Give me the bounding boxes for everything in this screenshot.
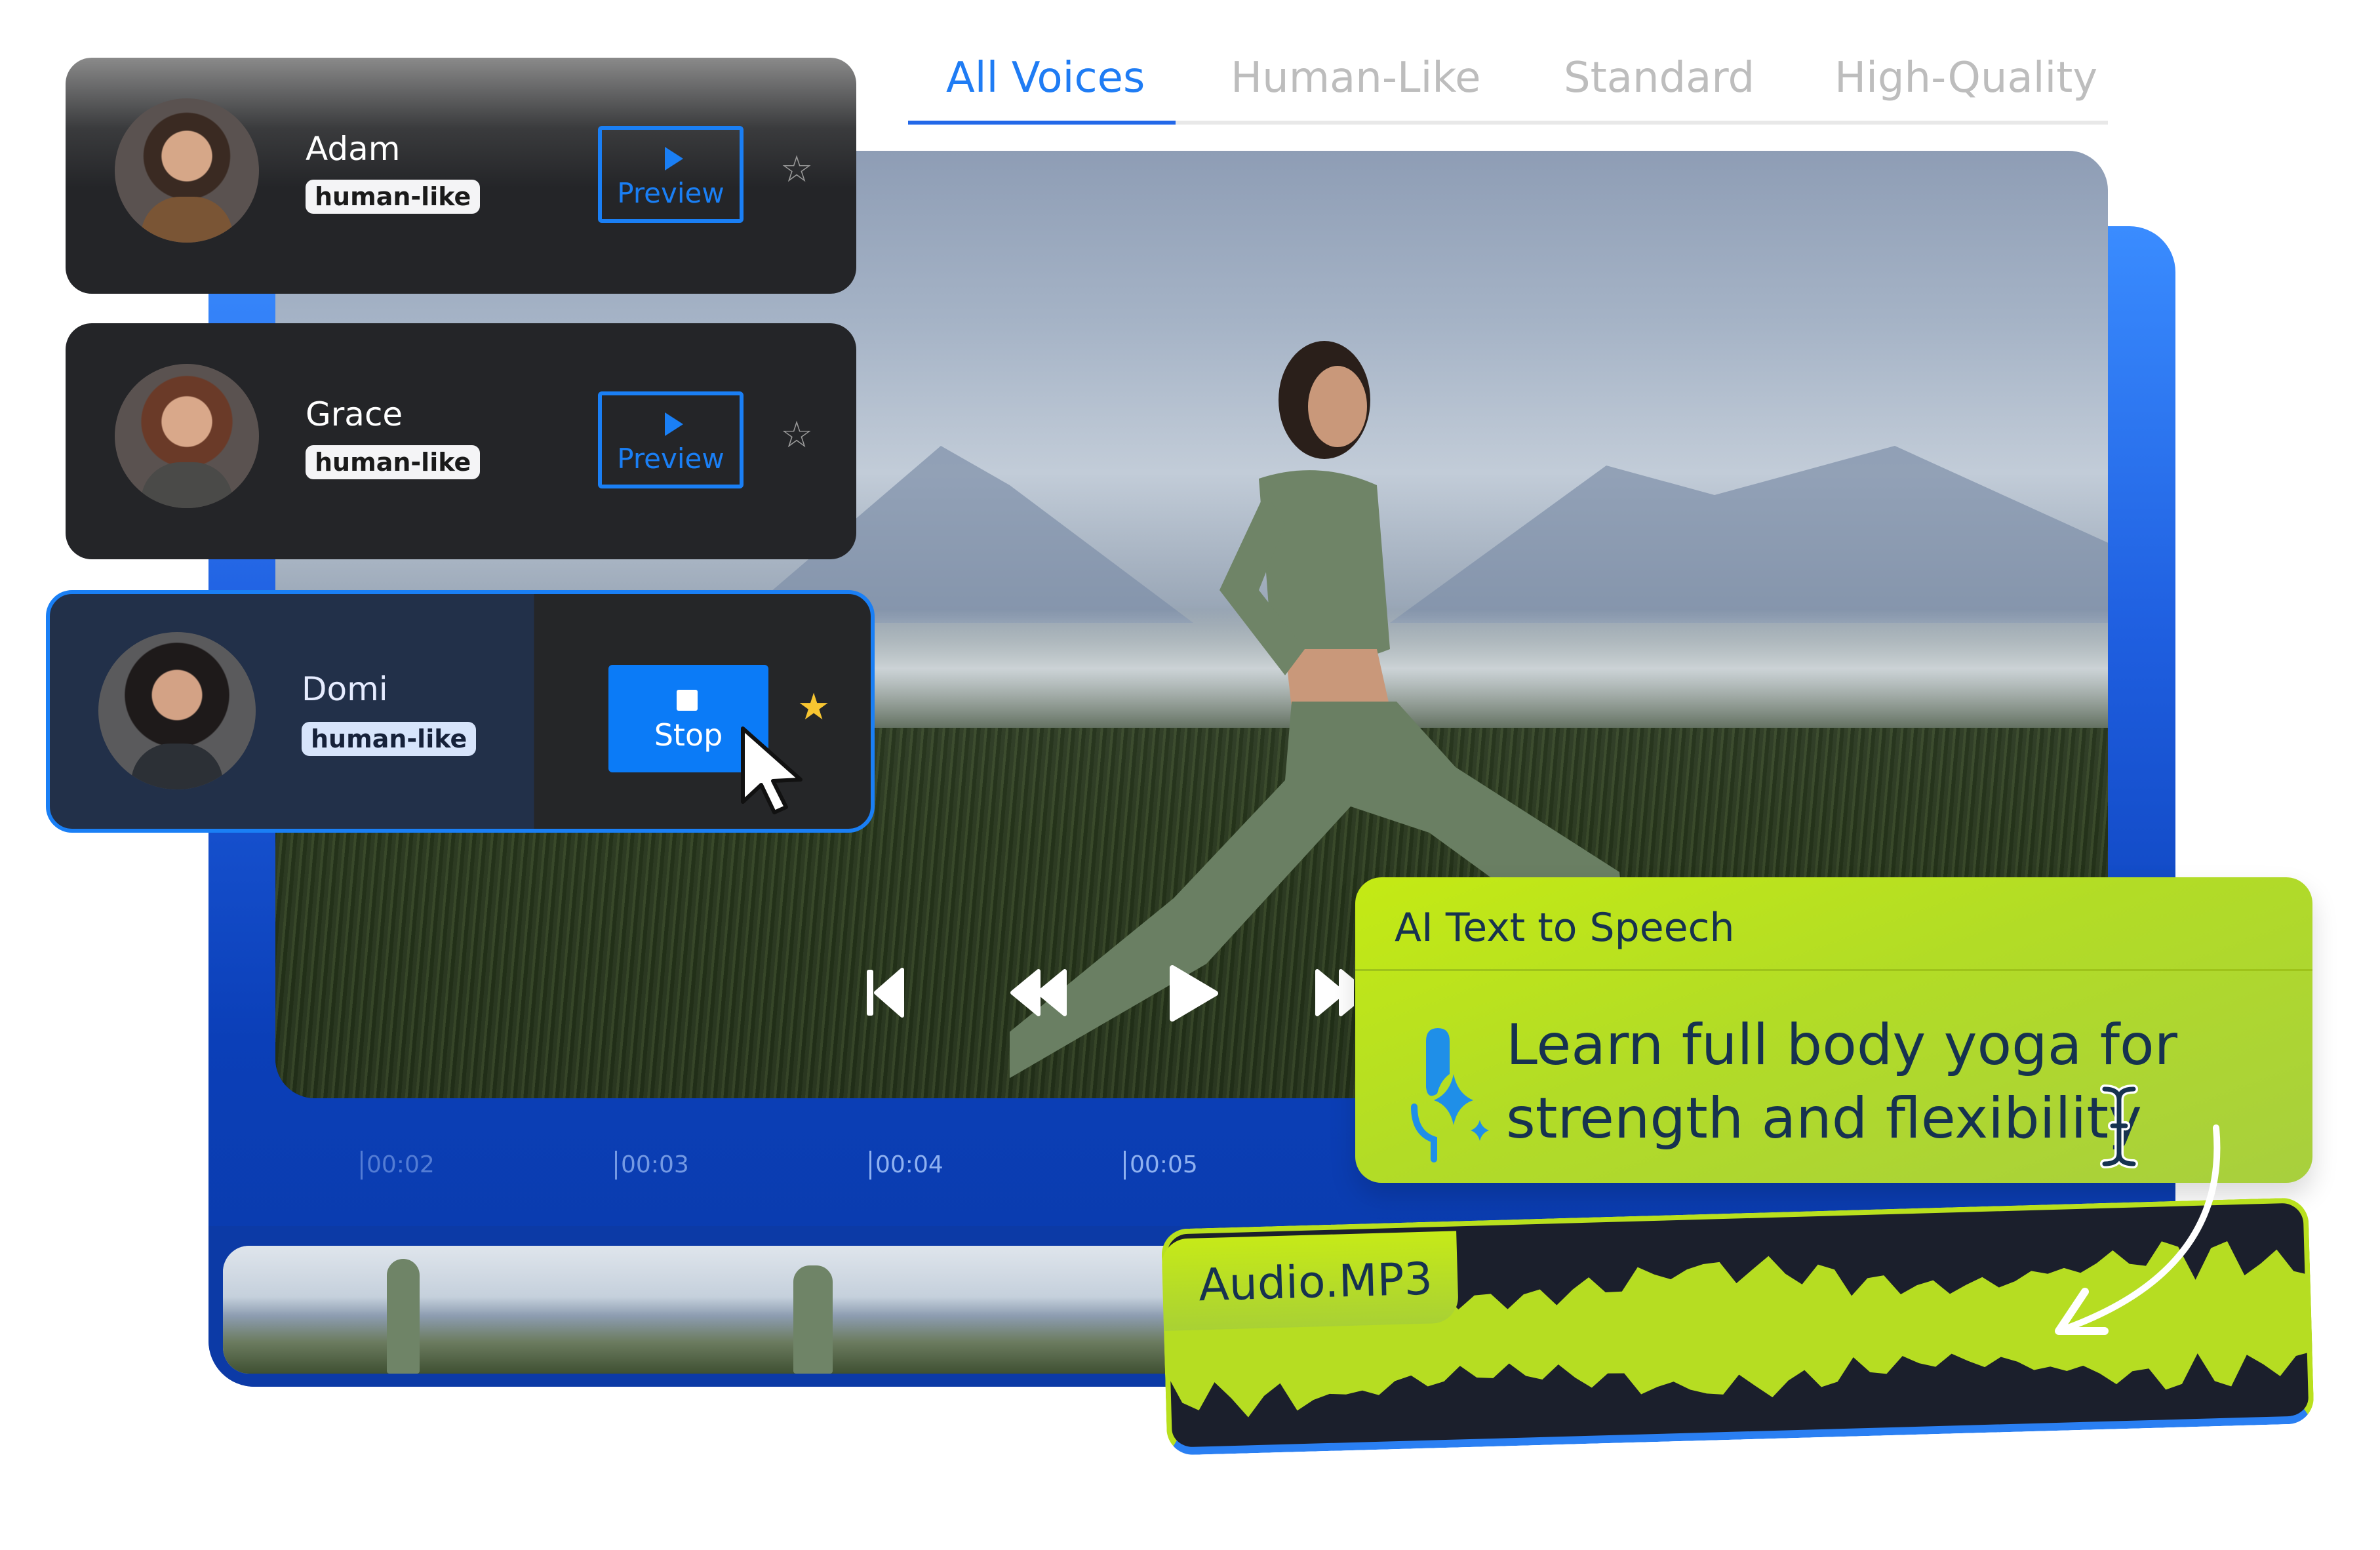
preview-button[interactable]: Preview — [598, 391, 744, 488]
preview-button-label: Preview — [617, 177, 724, 209]
tab-standard[interactable]: Standard — [1564, 54, 1755, 102]
play-icon — [665, 412, 683, 436]
star-outline-icon[interactable]: ☆ — [780, 148, 813, 191]
voice-badge: human-like — [302, 722, 477, 756]
rewind-icon[interactable] — [1010, 967, 1069, 1020]
preview-button[interactable]: Preview — [598, 126, 744, 223]
voice-name: Adam — [306, 130, 401, 168]
voice-name: Grace — [306, 395, 403, 433]
fast-forward-icon[interactable] — [1315, 967, 1354, 1020]
timeline-tick: 00:05 — [1124, 1151, 1198, 1180]
tts-text-line: Learn full body yoga for — [1506, 1012, 2178, 1078]
voice-badge: human-like — [306, 445, 481, 479]
tab-all-voices[interactable]: All Voices — [946, 54, 1145, 102]
voice-name: Domi — [302, 670, 388, 708]
video-filmstrip[interactable] — [223, 1246, 1193, 1374]
stop-icon — [677, 690, 698, 711]
star-filled-icon[interactable]: ★ — [797, 686, 830, 728]
tab-high-quality[interactable]: High-Quality — [1835, 54, 2097, 102]
ai-voice-mic-icon — [1411, 1028, 1489, 1162]
voice-card-grace[interactable]: Grace human-like Preview ☆ — [66, 323, 856, 559]
timeline-tick: 00:03 — [615, 1151, 689, 1180]
play-icon[interactable] — [1167, 964, 1220, 1023]
voice-badge: human-like — [306, 180, 481, 214]
tts-divider — [1355, 969, 2312, 971]
mouse-pointer-icon — [741, 726, 803, 814]
avatar — [98, 632, 256, 789]
avatar — [115, 98, 259, 243]
star-outline-icon[interactable]: ☆ — [780, 414, 813, 456]
filmstrip-frame — [610, 1246, 1013, 1374]
timeline-tick: 00:02 — [361, 1151, 435, 1180]
voice-card-adam[interactable]: Adam human-like Preview ☆ — [66, 58, 856, 294]
avatar — [115, 364, 259, 508]
tts-title: AI Text to Speech — [1395, 905, 1735, 951]
tab-human-like[interactable]: Human-Like — [1231, 54, 1481, 102]
filmstrip-frame — [223, 1246, 610, 1374]
audio-filename: Audio.MP3 — [1198, 1253, 1433, 1312]
voice-category-tabs: All Voices Human-Like Standard High-Qual… — [908, 47, 2108, 126]
skip-back-icon[interactable] — [865, 967, 905, 1020]
preview-button-label: Preview — [617, 443, 724, 475]
play-icon — [665, 147, 683, 170]
timeline-tick: 00:04 — [869, 1151, 943, 1180]
curved-arrow-icon — [2055, 1124, 2221, 1335]
